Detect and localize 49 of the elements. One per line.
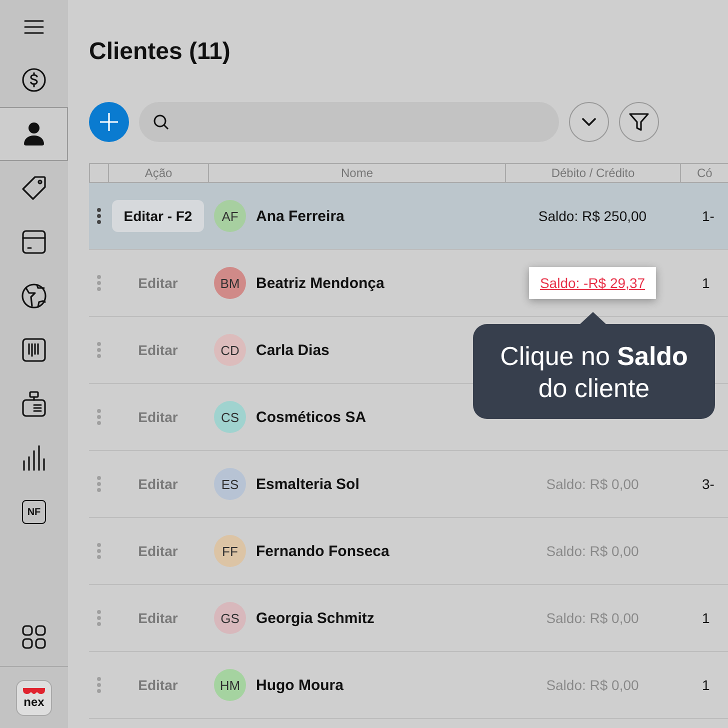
avatar: HM bbox=[214, 669, 246, 701]
client-name: Beatriz Mendonça bbox=[256, 274, 384, 292]
balance-link[interactable]: Saldo: -R$ 29,37 bbox=[528, 267, 656, 299]
client-name: Ana Ferreira bbox=[256, 208, 344, 224]
avatar: CS bbox=[214, 401, 246, 433]
column-header: Débito / Crédito bbox=[505, 164, 680, 182]
table-cell: 1 bbox=[702, 275, 710, 291]
client-name: Fernando Fonseca bbox=[256, 542, 390, 560]
tooltip-text: Clique no Saldo do cliente bbox=[499, 340, 689, 404]
table-row[interactable]: Editar - F2 AF Ana Ferreira Saldo: R$ 250,00 1- bbox=[89, 183, 728, 250]
balance-text: Saldo: R$ 250,00 bbox=[538, 208, 647, 224]
avatar: BM bbox=[214, 267, 246, 299]
table-cell: 3- bbox=[702, 476, 714, 492]
column-header: Có bbox=[680, 164, 728, 182]
balance-text: Saldo: R$ 0,00 bbox=[546, 543, 639, 559]
client-name: Cosméticos SA bbox=[256, 408, 366, 426]
client-name: Georgia Schmitz bbox=[256, 610, 374, 626]
client-name: Esmalteria Sol bbox=[256, 476, 360, 492]
filter-icon bbox=[629, 112, 649, 132]
avatar: CD bbox=[214, 334, 246, 366]
plus-icon bbox=[99, 112, 119, 132]
column-header: Nome bbox=[208, 164, 505, 182]
avatar: AF bbox=[214, 200, 246, 232]
add-button[interactable] bbox=[89, 102, 129, 142]
chevron-down-icon bbox=[582, 118, 596, 126]
table-cell: 1 bbox=[702, 677, 710, 693]
avatar: ES bbox=[214, 468, 246, 500]
sidebar-person-icon[interactable] bbox=[0, 107, 68, 161]
search-field[interactable] bbox=[139, 102, 559, 142]
dropdown-button[interactable] bbox=[569, 102, 609, 142]
table-cell: 1 bbox=[702, 610, 710, 626]
search-icon bbox=[153, 114, 169, 130]
more-icon[interactable] bbox=[96, 208, 100, 224]
client-name: Hugo Moura bbox=[256, 676, 344, 694]
page-title: Clientes (11) bbox=[89, 37, 232, 67]
column-header: Ação bbox=[108, 164, 208, 182]
logo[interactable]: nex bbox=[16, 680, 52, 716]
balance-text: Saldo: R$ 0,00 bbox=[546, 610, 639, 626]
avatar: GS bbox=[214, 602, 246, 634]
table-row[interactable]: Editar BM Beatriz Mendonça Saldo: -R$ 29,37 1 bbox=[89, 250, 728, 317]
apps-icon[interactable] bbox=[22, 625, 46, 649]
filter-button[interactable] bbox=[619, 102, 659, 142]
balance-text: Saldo: R$ 0,00 bbox=[546, 476, 639, 492]
balance-text: Saldo: R$ 0,00 bbox=[546, 677, 639, 693]
sidebar-item[interactable]: NF bbox=[0, 485, 68, 539]
avatar: FF bbox=[214, 535, 246, 567]
client-name: Carla Dias bbox=[256, 342, 330, 358]
table-cell: 1- bbox=[702, 208, 714, 224]
edit-button[interactable]: Editar - F2 bbox=[112, 200, 204, 232]
